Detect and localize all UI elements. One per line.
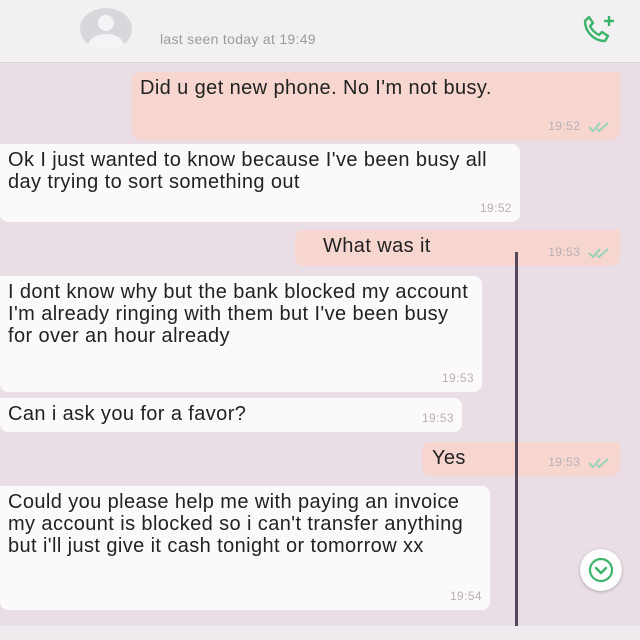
scroll-to-bottom-button[interactable] bbox=[580, 549, 622, 591]
message-meta: 19:53 bbox=[548, 451, 612, 473]
message-list[interactable]: Did u get new phone. No I'm not busy. 19… bbox=[0, 62, 640, 640]
message-incoming[interactable]: I dont know why but the bank blocked my … bbox=[0, 276, 482, 392]
chat-header: last seen today at 19:49 bbox=[0, 0, 640, 63]
message-text: Could you please help me with paying an … bbox=[8, 491, 464, 557]
message-time: 19:52 bbox=[479, 201, 512, 215]
chevron-down-icon bbox=[588, 557, 614, 583]
double-check-icon bbox=[588, 458, 609, 469]
message-outgoing[interactable]: Did u get new phone. No I'm not busy. 19… bbox=[132, 72, 620, 140]
double-check-icon bbox=[588, 122, 609, 133]
message-text: Did u get new phone. No I'm not busy. bbox=[140, 77, 492, 99]
last-seen-status: last seen today at 19:49 bbox=[160, 31, 316, 47]
message-incoming[interactable]: Ok I just wanted to know because I've be… bbox=[0, 144, 520, 222]
message-text: I dont know why but the bank blocked my … bbox=[8, 281, 469, 347]
message-incoming[interactable]: Could you please help me with paying an … bbox=[0, 486, 490, 610]
message-time: 19:53 bbox=[441, 371, 474, 385]
message-time: 19:53 bbox=[548, 245, 581, 259]
message-time: 19:52 bbox=[548, 119, 581, 133]
message-time: 19:54 bbox=[449, 589, 482, 603]
double-check-icon bbox=[588, 248, 609, 259]
message-meta: 19:53 bbox=[548, 241, 612, 263]
message-outgoing[interactable]: What was it 19:53 bbox=[295, 230, 620, 266]
message-outgoing[interactable]: Yes 19:53 bbox=[422, 442, 620, 476]
scrollbar[interactable] bbox=[515, 252, 518, 637]
message-incoming[interactable]: Can i ask you for a favor? 19:53 bbox=[0, 398, 462, 432]
input-bar-edge bbox=[0, 626, 640, 640]
message-text: Ok I just wanted to know because I've be… bbox=[8, 149, 487, 193]
message-meta: 19:52 bbox=[548, 115, 612, 137]
message-time: 19:53 bbox=[548, 455, 581, 469]
default-avatar-icon[interactable] bbox=[80, 8, 132, 50]
add-call-icon[interactable] bbox=[578, 12, 620, 46]
message-time: 19:53 bbox=[421, 411, 454, 425]
message-text: Can i ask you for a favor? bbox=[8, 403, 247, 425]
